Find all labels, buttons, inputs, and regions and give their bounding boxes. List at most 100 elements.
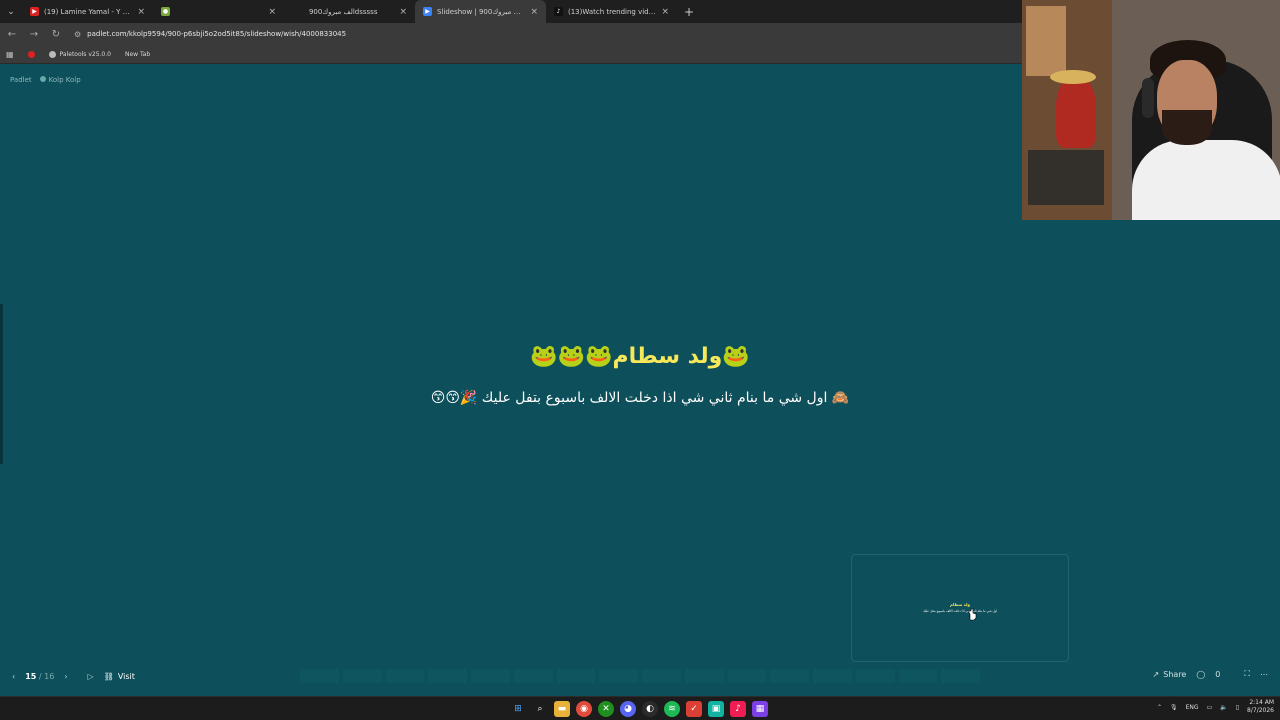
slideshow-icon: ▶	[423, 7, 432, 16]
padlet-logo[interactable]: Padlet	[10, 76, 32, 84]
avatar	[39, 76, 46, 82]
strip-slide[interactable]	[385, 669, 425, 683]
slideshow-controls: ‹ 15 / 16 › ▷ ⛓ Visit ↗ Share ◯ 0 ⛶ ⋯	[0, 665, 1280, 687]
strip-slide[interactable]	[556, 669, 596, 683]
tiktok-icon: ♪	[554, 7, 563, 16]
strip-slide[interactable]	[684, 669, 724, 683]
steam-icon[interactable]: ◐	[642, 701, 658, 717]
url-text: padlet.com/kkolp9594/900-p6sbji5o2od5it8…	[87, 30, 347, 38]
total-slides: 16	[44, 671, 55, 681]
strip-slide[interactable]	[471, 669, 510, 683]
current-slide: 15	[25, 671, 37, 681]
battery-icon[interactable]: ▯	[1236, 704, 1239, 711]
url-field[interactable]: ⚙ padlet.com/kkolp9594/900-p6sbji5o2od5i…	[72, 26, 1022, 42]
tab-label: (13)Watch trending videos for y	[568, 7, 656, 16]
volume-icon[interactable]: 🔈	[1220, 704, 1227, 711]
language-indicator[interactable]: ENG	[1186, 704, 1199, 711]
clock[interactable]: 2:14 AM 8/7/2026	[1247, 699, 1274, 715]
forward-icon[interactable]: →	[28, 29, 40, 40]
clock-time: 2:14 AM	[1249, 699, 1274, 706]
browser-tab[interactable]: الف مبروك900dsssss ×	[284, 0, 415, 23]
webcam-figure	[1056, 78, 1096, 148]
browser-tab-active[interactable]: ▶ Slideshow | 900الف مبروكdsssss ×	[415, 0, 546, 23]
visit-button[interactable]: ⛓ Visit	[104, 672, 135, 681]
webcam-overlay	[1022, 0, 1280, 220]
thumbnail-body: اول شي ما بنام ثاني شي اذا دخلت الالف با…	[922, 609, 998, 613]
slide-body: 🙈 اول شي ما بنام ثاني شي اذا دخلت الالف …	[430, 390, 850, 406]
slide-title: 🐸ولد سطام🐸🐸🐸	[530, 344, 750, 369]
strip-slide[interactable]	[855, 669, 895, 683]
close-tab-icon[interactable]: ×	[399, 7, 407, 17]
bookmark-label: Paletools v25.0.0	[59, 50, 111, 58]
spotify-icon[interactable]: ≋	[664, 701, 680, 717]
site-info-icon[interactable]: ⚙	[74, 30, 81, 39]
author-name: Kolp Kolp	[48, 76, 81, 84]
close-tab-icon[interactable]: ×	[661, 7, 669, 17]
capcut-icon[interactable]: ▣	[708, 701, 724, 717]
browser-tab[interactable]: ▶ (19) Lamine Yamal - Y QUE FU ×	[22, 0, 153, 23]
browser-tabbar: ⌄ ▶ (19) Lamine Yamal - Y QUE FU × ● × ا…	[0, 0, 1022, 23]
strip-slide[interactable]	[342, 669, 382, 683]
fullscreen-icon[interactable]: ⛶	[1244, 669, 1250, 679]
apps-icon[interactable]: ▦	[752, 701, 768, 717]
slide-thumbnail-strip[interactable]	[300, 669, 980, 683]
webcam-person-beard	[1162, 110, 1212, 145]
strip-slide[interactable]	[642, 669, 681, 683]
close-tab-icon[interactable]: ×	[137, 7, 145, 17]
strip-slide[interactable]	[898, 669, 938, 683]
webcam-boxes	[1028, 150, 1104, 205]
files-icon[interactable]: ▬	[554, 701, 570, 717]
youtube-icon	[27, 50, 35, 58]
comment-count: 0	[1215, 669, 1221, 679]
webcam-person-shirt	[1132, 140, 1280, 220]
bookmark-new-tab[interactable]: New Tab	[125, 51, 150, 58]
microphone-icon[interactable]: 🎙	[1170, 704, 1178, 711]
search-icon[interactable]: ⌕	[532, 701, 548, 717]
previous-slide-icon[interactable]: ‹	[12, 672, 15, 681]
browser-tab[interactable]: ● ×	[153, 0, 284, 23]
screen: ⌄ ▶ (19) Lamine Yamal - Y QUE FU × ● × ا…	[0, 0, 1280, 720]
start-icon[interactable]: ⊞	[510, 701, 526, 717]
next-slide-icon[interactable]: ›	[64, 672, 67, 681]
thumbnail-title: ولد سطام	[950, 602, 970, 607]
author[interactable]: Kolp Kolp	[39, 76, 81, 84]
tray-overflow-icon[interactable]: ⌃	[1157, 704, 1162, 711]
close-tab-icon[interactable]: ×	[268, 7, 276, 17]
webcam-figure-hat	[1050, 70, 1096, 84]
share-button[interactable]: ↗ Share	[1153, 670, 1187, 679]
play-icon[interactable]: ▷	[88, 672, 94, 681]
chrome-icon[interactable]: ◉	[576, 701, 592, 717]
strip-slide[interactable]	[770, 669, 809, 683]
browser-tab[interactable]: ♪ (13)Watch trending videos for y ×	[546, 0, 677, 23]
strip-slide[interactable]	[941, 669, 980, 683]
share-icon: ↗	[1152, 669, 1160, 679]
strip-slide[interactable]	[428, 669, 467, 683]
strip-slide[interactable]	[599, 669, 638, 683]
address-bar-row: ← → ↻ ⚙ padlet.com/kkolp9594/900-p6sbji5…	[0, 23, 1022, 45]
todoist-icon[interactable]: ✓	[686, 701, 702, 717]
slide-preview-thumbnail[interactable]: ولد سطام اول شي ما بنام ثاني شي اذا دخلت…	[851, 554, 1069, 662]
discord-icon[interactable]: ◕	[620, 701, 636, 717]
network-icon[interactable]: ▭	[1207, 704, 1213, 711]
bookmark-youtube[interactable]	[27, 50, 35, 58]
bookmark-paletools[interactable]: Paletools v25.0.0	[48, 50, 111, 58]
tab-label: الف مبروك900dsssss	[308, 7, 378, 16]
tab-search-menu-icon[interactable]: ⌄	[0, 0, 22, 23]
more-options-icon[interactable]: ⋯	[1260, 670, 1268, 679]
tiktok-icon[interactable]: ♪	[730, 701, 746, 717]
link-icon: ⛓	[103, 671, 114, 681]
new-tab-icon[interactable]: +	[677, 0, 701, 23]
bookmark-label: New Tab	[124, 50, 151, 58]
close-tab-icon[interactable]: ×	[530, 7, 538, 17]
strip-slide[interactable]	[727, 669, 767, 683]
visit-label: Visit	[117, 671, 135, 681]
strip-slide[interactable]	[300, 669, 339, 683]
xbox-icon[interactable]: ✕	[598, 701, 614, 717]
back-icon[interactable]: ←	[6, 29, 18, 40]
comment-icon[interactable]: ◯	[1196, 670, 1205, 679]
strip-slide[interactable]	[513, 669, 553, 683]
strip-slide[interactable]	[813, 669, 852, 683]
apps-grid-icon[interactable]: ▦	[6, 50, 14, 59]
reload-icon[interactable]: ↻	[50, 29, 62, 40]
taskbar-apps: ⊞ ⌕ ▬ ◉ ✕ ◕ ◐ ≋ ✓ ▣ ♪ ▦	[510, 701, 768, 717]
